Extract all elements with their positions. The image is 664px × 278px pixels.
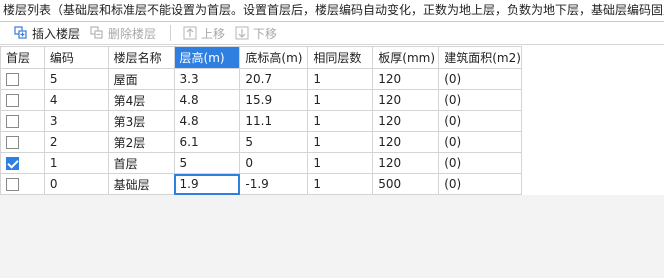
code-cell[interactable]: 5: [43, 68, 109, 90]
bottom-elevation-cell[interactable]: 20.7: [239, 68, 309, 90]
delete-floor-button[interactable]: 删除楼层: [86, 22, 160, 44]
row-filler: [521, 111, 663, 132]
building-area-cell[interactable]: (0): [438, 131, 522, 153]
table-row[interactable]: 1 首层 5 0 1 120 (0): [0, 152, 664, 174]
arrow-down-icon: [235, 26, 249, 40]
floor-name-cell[interactable]: 屋面: [107, 68, 175, 90]
floor-grid-area: 首层 编码 楼层名称 层高(m) 底标高(m) 相同层数 板厚(mm) 建筑面积…: [0, 46, 664, 278]
building-area-cell[interactable]: (0): [438, 68, 522, 90]
building-area-cell[interactable]: (0): [438, 152, 522, 174]
table-header-row: 首层 编码 楼层名称 层高(m) 底标高(m) 相同层数 板厚(mm) 建筑面积…: [0, 46, 664, 69]
building-area-cell[interactable]: (0): [438, 110, 522, 132]
floor-name-cell[interactable]: 第2层: [107, 131, 175, 153]
slab-thickness-cell[interactable]: 500: [372, 173, 440, 195]
header-floor-name[interactable]: 楼层名称: [107, 46, 175, 69]
bottom-elevation-cell[interactable]: 11.1: [239, 110, 309, 132]
insert-floor-button[interactable]: 插入楼层: [10, 22, 84, 44]
move-up-button[interactable]: 上移: [179, 22, 229, 44]
header-code[interactable]: 编码: [43, 46, 109, 69]
first-floor-cell[interactable]: [0, 110, 45, 132]
row-filler: [521, 132, 663, 153]
delete-floor-icon: [90, 26, 103, 39]
first-floor-cell[interactable]: [0, 173, 45, 195]
first-floor-cell[interactable]: [0, 68, 45, 90]
slab-thickness-cell[interactable]: 120: [372, 152, 440, 174]
slab-thickness-cell[interactable]: 120: [372, 68, 440, 90]
bottom-elevation-cell[interactable]: 15.9: [239, 89, 309, 111]
insert-floor-icon: [14, 26, 27, 39]
insert-floor-label: 插入楼层: [32, 26, 81, 41]
first-floor-cell[interactable]: [0, 152, 45, 174]
bottom-elevation-cell[interactable]: 0: [239, 152, 309, 174]
first-floor-checkbox[interactable]: [6, 73, 19, 86]
floor-table: 首层 编码 楼层名称 层高(m) 底标高(m) 相同层数 板厚(mm) 建筑面积…: [0, 46, 664, 195]
first-floor-checkbox[interactable]: [6, 115, 19, 128]
first-floor-checkbox[interactable]: [6, 157, 19, 170]
table-row[interactable]: 4 第4层 4.8 15.9 1 120 (0): [0, 89, 664, 111]
same-floor-count-cell[interactable]: 1: [307, 152, 374, 174]
same-floor-count-cell[interactable]: 1: [307, 173, 374, 195]
slab-thickness-cell[interactable]: 120: [372, 110, 440, 132]
slab-thickness-cell[interactable]: 120: [372, 89, 440, 111]
floor-height-cell[interactable]: 1.9: [173, 173, 241, 195]
floor-height-cell[interactable]: 4.8: [173, 110, 241, 132]
table-row[interactable]: 3 第3层 4.8 11.1 1 120 (0): [0, 110, 664, 132]
delete-floor-label: 删除楼层: [108, 26, 157, 41]
header-same-floor-count[interactable]: 相同层数: [307, 46, 374, 69]
floor-name-cell[interactable]: 基础层: [107, 173, 175, 195]
header-bottom-elevation[interactable]: 底标高(m): [239, 46, 309, 69]
bottom-elevation-cell[interactable]: 5: [239, 131, 309, 153]
header-slab-thickness[interactable]: 板厚(mm): [372, 46, 440, 69]
row-filler: [521, 69, 663, 90]
code-cell[interactable]: 0: [43, 173, 109, 195]
table-row[interactable]: 2 第2层 6.1 5 1 120 (0): [0, 131, 664, 153]
table-row[interactable]: 0 基础层 1.9 -1.9 1 500 (0): [0, 173, 664, 195]
code-cell[interactable]: 4: [43, 89, 109, 111]
move-up-label: 上移: [201, 26, 226, 41]
floor-height-cell[interactable]: 3.3: [173, 68, 241, 90]
first-floor-checkbox[interactable]: [6, 178, 19, 191]
header-filler: [521, 46, 664, 69]
same-floor-count-cell[interactable]: 1: [307, 89, 374, 111]
same-floor-count-cell[interactable]: 1: [307, 110, 374, 132]
table-row[interactable]: 5 屋面 3.3 20.7 1 120 (0): [0, 68, 664, 90]
arrow-up-icon: [183, 26, 197, 40]
same-floor-count-cell[interactable]: 1: [307, 131, 374, 153]
row-filler: [521, 90, 663, 111]
header-building-area[interactable]: 建筑面积(m2): [438, 46, 522, 69]
floor-height-cell[interactable]: 4.8: [173, 89, 241, 111]
floor-height-cell[interactable]: 6.1: [173, 131, 241, 153]
same-floor-count-cell[interactable]: 1: [307, 68, 374, 90]
floor-toolbar: 插入楼层 删除楼层 上移 下移: [0, 22, 664, 45]
first-floor-checkbox[interactable]: [6, 136, 19, 149]
row-filler: [521, 153, 663, 174]
first-floor-cell[interactable]: [0, 131, 45, 153]
floor-list-info: 楼层列表（基础层和标准层不能设置为首层。设置首层后，楼层编码自动变化，正数为地上…: [0, 0, 664, 22]
floor-name-cell[interactable]: 第4层: [107, 89, 175, 111]
floor-height-cell[interactable]: 5: [173, 152, 241, 174]
row-filler: [521, 174, 663, 195]
bottom-elevation-cell[interactable]: -1.9: [239, 173, 309, 195]
first-floor-cell[interactable]: [0, 89, 45, 111]
floor-name-cell[interactable]: 首层: [107, 152, 175, 174]
toolbar-separator: [170, 25, 172, 41]
code-cell[interactable]: 3: [43, 110, 109, 132]
building-area-cell[interactable]: (0): [438, 89, 522, 111]
move-down-button[interactable]: 下移: [231, 22, 281, 44]
building-area-cell[interactable]: (0): [438, 173, 522, 195]
code-cell[interactable]: 2: [43, 131, 109, 153]
code-cell[interactable]: 1: [43, 152, 109, 174]
header-first-floor[interactable]: 首层: [0, 46, 45, 69]
floor-name-cell[interactable]: 第3层: [107, 110, 175, 132]
header-floor-height[interactable]: 层高(m): [173, 46, 241, 69]
slab-thickness-cell[interactable]: 120: [372, 131, 440, 153]
move-down-label: 下移: [253, 26, 278, 41]
first-floor-checkbox[interactable]: [6, 94, 19, 107]
